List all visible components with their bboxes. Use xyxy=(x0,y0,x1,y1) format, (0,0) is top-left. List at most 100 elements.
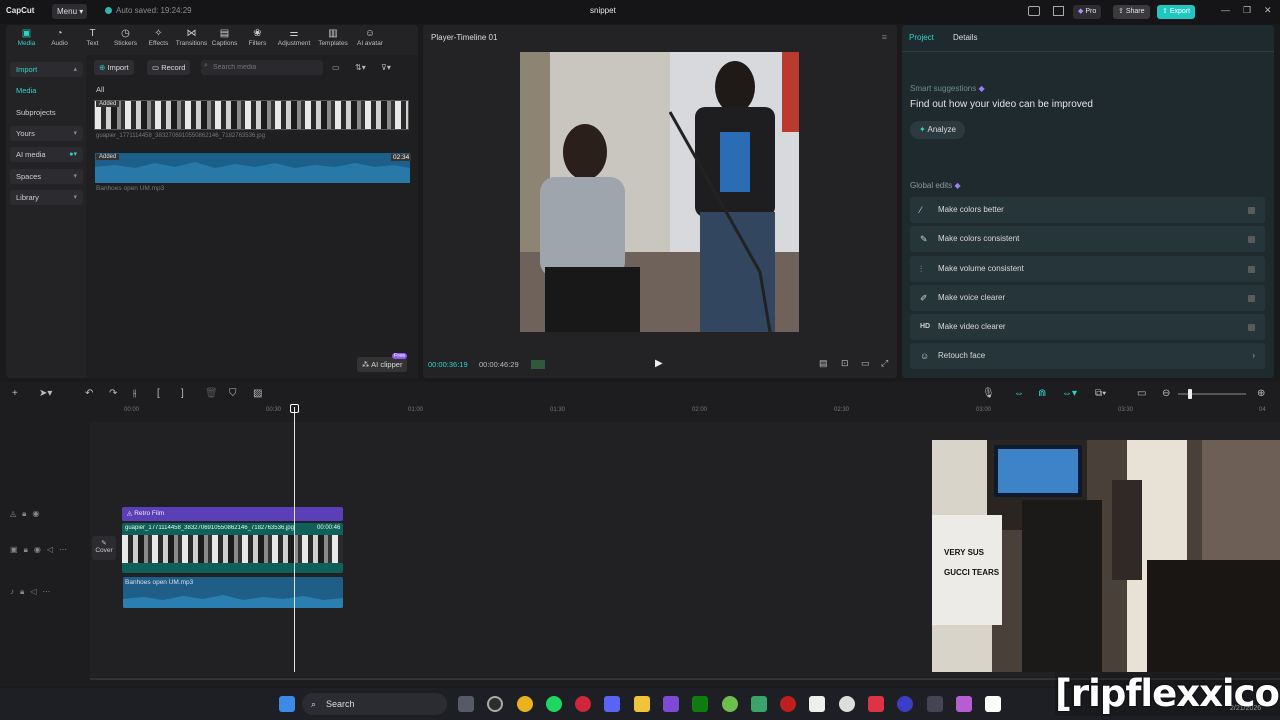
app-icon[interactable] xyxy=(868,696,884,712)
zoom-slider[interactable] xyxy=(1178,389,1246,399)
import-button[interactable]: ⊕ Import xyxy=(94,60,134,75)
audio-track-controls[interactable]: ♪🔒︎◁⋯ xyxy=(10,587,56,597)
caption-icon[interactable]: ▭ xyxy=(1137,388,1146,399)
tab-transitions[interactable]: ⋈ Transitions xyxy=(175,28,208,47)
maximize-icon[interactable]: ❐ xyxy=(1243,5,1251,16)
shield-icon[interactable]: ⛉ xyxy=(229,388,237,399)
global-edit-voice[interactable]: ✐ Make voice clearer xyxy=(910,285,1265,311)
sidebar-item-subprojects[interactable]: Subprojects xyxy=(10,105,83,120)
add-track-icon[interactable]: + xyxy=(12,388,18,399)
screen-icon[interactable]: ▨ xyxy=(253,388,262,399)
chrome-icon[interactable] xyxy=(517,696,533,712)
layout-icon[interactable] xyxy=(1028,6,1040,16)
effect-clip[interactable]: ◬ Retro Film xyxy=(122,507,343,521)
search-input[interactable] xyxy=(201,60,323,75)
tab-effects[interactable]: ✧ Effects xyxy=(142,28,175,47)
zoom-slider-handle[interactable] xyxy=(1188,389,1192,399)
trim-left-icon[interactable]: [ xyxy=(157,388,160,399)
tab-adjustment[interactable]: ⚌ Adjustment xyxy=(274,28,314,47)
record-button[interactable]: ▭ Record xyxy=(147,60,191,75)
app-icon[interactable] xyxy=(663,696,679,712)
windows-start-icon[interactable] xyxy=(279,696,295,712)
app-icon[interactable] xyxy=(956,696,972,712)
capcut-icon[interactable] xyxy=(809,696,825,712)
tab-project[interactable]: Project xyxy=(909,33,934,42)
preview-axis-icon[interactable]: ⧉▾ xyxy=(1095,388,1106,399)
global-edit-colors-better[interactable]: ⁄ Make colors better xyxy=(910,197,1265,223)
tab-templates[interactable]: ▥ Templates xyxy=(314,28,352,47)
sidebar-item-library[interactable]: Library ▾ xyxy=(10,190,83,205)
sort-icon[interactable]: ⇅▾ xyxy=(355,63,366,72)
split-icon[interactable]: ⫲ xyxy=(133,388,136,399)
pro-button[interactable]: ◆ Pro xyxy=(1073,5,1102,19)
video-track-controls[interactable]: ▣🔒︎◉◁⋯ xyxy=(10,545,73,555)
grid-view-icon[interactable]: ▭ xyxy=(332,63,340,72)
global-edit-colors-consistent[interactable]: ✎ Make colors consistent xyxy=(910,226,1265,252)
toggle[interactable] xyxy=(1248,207,1255,214)
delete-icon[interactable]: 🗑 xyxy=(205,388,218,399)
taskbar-search[interactable]: ⌕ Search xyxy=(302,693,447,715)
opera-icon[interactable] xyxy=(575,696,591,712)
quality-icon[interactable]: ▤ xyxy=(819,358,828,369)
fullscreen-icon[interactable]: ⤢ xyxy=(881,358,888,369)
app-icon[interactable] xyxy=(927,696,943,712)
filter-all[interactable]: All xyxy=(96,85,104,94)
play-icon[interactable]: ▶ xyxy=(655,358,663,369)
menu-button[interactable]: Menu ▾ xyxy=(52,4,87,19)
sidebar-item-spaces[interactable]: Spaces ▾ xyxy=(10,169,83,184)
app-icon[interactable] xyxy=(780,696,796,712)
project-name[interactable]: snippet xyxy=(590,6,616,15)
sidebar-item-media[interactable]: Media xyxy=(10,83,83,98)
magnet-icon[interactable]: ⋒ xyxy=(1038,388,1046,399)
folder-icon[interactable] xyxy=(634,696,650,712)
ratio-icon[interactable]: ▭ xyxy=(861,358,870,369)
global-edit-video[interactable]: HD Make video clearer xyxy=(910,314,1265,340)
ai-clipper-button[interactable]: ⁂ AI clipper xyxy=(357,357,408,372)
toggle[interactable] xyxy=(1248,324,1255,331)
audio-clip[interactable]: Banhoes open UM.mp3 xyxy=(123,577,343,608)
undo-icon[interactable]: ↶ xyxy=(85,388,93,399)
tab-media[interactable]: ▣ Media xyxy=(10,28,43,47)
hamburger-icon[interactable]: ≡ xyxy=(882,32,887,42)
effect-track-controls[interactable]: ◬🔒︎◉ xyxy=(10,509,45,519)
timecode-grid-icon[interactable] xyxy=(531,360,545,369)
video-preview[interactable] xyxy=(520,52,799,332)
toggle[interactable] xyxy=(1248,236,1255,243)
video-clip[interactable]: guapier_1771114458_3832706910550862146_7… xyxy=(122,523,343,573)
microphone-icon[interactable]: 🎙 xyxy=(982,388,995,399)
spotify-icon[interactable] xyxy=(546,696,562,712)
sidebar-item-ai-media[interactable]: AI media ●▾ xyxy=(10,147,83,162)
cover-button[interactable]: ✎ Cover xyxy=(92,536,116,560)
xbox-icon[interactable] xyxy=(692,696,708,712)
select-tool-icon[interactable]: ➤▾ xyxy=(39,388,52,399)
settings-icon[interactable] xyxy=(487,696,503,712)
tab-captions[interactable]: ▤ Captions xyxy=(208,28,241,47)
image-thumbnail[interactable] xyxy=(94,100,409,130)
app-icon[interactable] xyxy=(722,696,738,712)
filter-icon[interactable]: ⊽▾ xyxy=(381,63,391,72)
analyze-button[interactable]: ✦ Analyze xyxy=(910,121,965,139)
snap-icon[interactable]: ⇔▾ xyxy=(1062,388,1077,399)
global-edit-volume[interactable]: ⫶ Make volume consistent xyxy=(910,256,1265,282)
toggle[interactable] xyxy=(1248,295,1255,302)
zoom-out-icon[interactable]: ⊖ xyxy=(1162,388,1170,399)
playhead-handle[interactable] xyxy=(290,404,299,413)
share-button[interactable]: ⇪ Share xyxy=(1113,5,1150,19)
app-icon[interactable] xyxy=(751,696,767,712)
zoom-in-icon[interactable]: ⊕ xyxy=(1257,388,1265,399)
tab-text[interactable]: T Text xyxy=(76,28,109,47)
redo-icon[interactable]: ↷ xyxy=(109,388,117,399)
capcut-active-icon[interactable] xyxy=(985,696,1001,712)
discord-icon[interactable] xyxy=(604,696,620,712)
tab-details[interactable]: Details xyxy=(953,33,977,42)
tab-audio[interactable]: ◔ Audio xyxy=(43,28,76,47)
task-view-icon[interactable] xyxy=(458,696,474,712)
app-icon[interactable] xyxy=(897,696,913,712)
audio-thumbnail[interactable] xyxy=(95,153,410,183)
chatgpt-icon[interactable] xyxy=(839,696,855,712)
sidebar-item-import[interactable]: Import ▴ xyxy=(10,62,83,77)
fit-icon[interactable]: ⊡ xyxy=(841,358,849,369)
tab-ai-avatar[interactable]: ☺ AI avatar xyxy=(352,28,388,47)
tab-stickers[interactable]: ◷ Stickers xyxy=(109,28,142,47)
export-button[interactable]: ⇧ Export xyxy=(1157,5,1196,19)
